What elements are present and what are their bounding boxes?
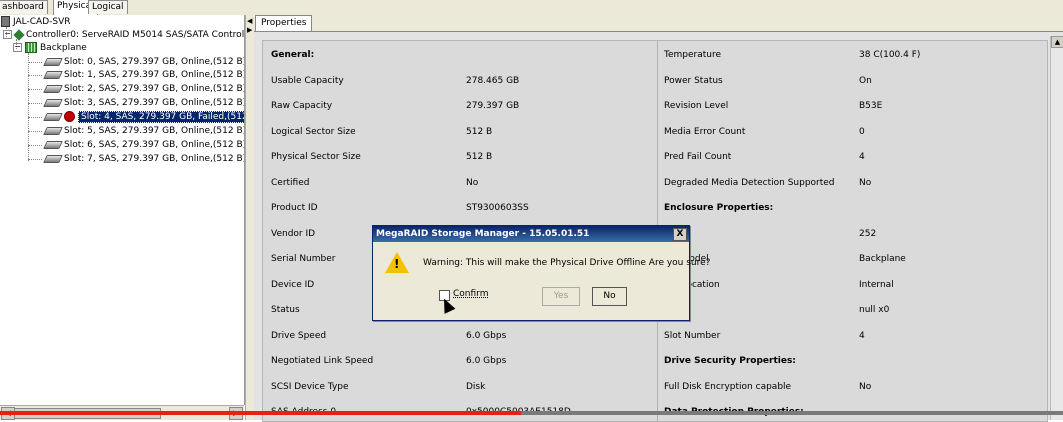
dialog-title-bar[interactable]: MegaRAID Storage Manager - 15.05.01.51 X	[373, 226, 689, 242]
property-value: 512 B	[466, 126, 493, 137]
property-label: Temperature	[664, 50, 722, 60]
property-value: B53E	[859, 101, 883, 111]
hard-drive-icon	[43, 140, 63, 149]
property-value: Internal	[859, 279, 894, 290]
property-label: Physical Sector Size	[271, 152, 361, 162]
property-label: General:	[271, 50, 315, 60]
video-progress-bar[interactable]	[0, 411, 1063, 415]
property-value: Backplane	[859, 254, 906, 264]
property-value: No	[859, 381, 872, 392]
property-label: Drive Security Properties:	[664, 356, 796, 366]
property-value: 0	[859, 126, 865, 137]
property-label: Drive Speed	[271, 330, 327, 341]
tree-item-slot-5[interactable]: Slot: 5, SAS, 279.397 GB, Online,(512 B)	[43, 125, 244, 138]
hard-drive-icon	[43, 126, 63, 135]
backplane-icon	[25, 42, 37, 53]
expand-collapse-icon[interactable]: −	[3, 30, 12, 39]
video-progress-fill	[0, 411, 521, 415]
property-label: SCSI Device Type	[271, 381, 349, 392]
property-label: Product ID	[271, 203, 318, 213]
confirm-offline-dialog: MegaRAID Storage Manager - 15.05.01.51 X…	[372, 225, 710, 321]
property-label: Usable Capacity	[271, 75, 344, 86]
property-value: On	[859, 75, 872, 86]
property-value: 252	[859, 228, 877, 239]
property-label: Media Error Count	[664, 126, 746, 137]
property-label: Revision Level	[664, 101, 729, 111]
hard-drive-icon	[43, 98, 63, 107]
splitter-right-arrow-icon[interactable]: ▶	[247, 27, 252, 34]
controller-icon	[13, 28, 25, 41]
tab-dashboard[interactable]: ashboard	[0, 0, 48, 14]
property-value: 4	[859, 330, 865, 341]
property-label: Negotiated Link Speed	[271, 356, 374, 366]
property-label: Certified	[271, 177, 310, 188]
tree-item-slot-6[interactable]: Slot: 6, SAS, 279.397 GB, Online,(512 B)	[43, 139, 244, 152]
property-label: Device ID	[271, 279, 315, 290]
properties-vertical-scrollbar[interactable]: ▲	[1050, 36, 1063, 420]
property-value: 6.0 Gbps	[466, 330, 507, 341]
tab-properties[interactable]: Properties	[255, 15, 313, 31]
splitter-left-arrow-icon[interactable]: ◀	[247, 18, 252, 25]
dialog-title: MegaRAID Storage Manager - 15.05.01.51	[376, 229, 590, 239]
device-tree: JAL-CAD-SVR − Controller0: ServeRAID M501…	[0, 15, 245, 405]
property-value: 38 C(100.4 F)	[859, 50, 921, 60]
tree-item-slot-1[interactable]: Slot: 1, SAS, 279.397 GB, Online,(512 B)	[43, 69, 244, 82]
properties-tab-row: Properties	[254, 15, 1063, 32]
property-label: Full Disk Encryption capable	[664, 381, 792, 392]
server-icon	[1, 16, 10, 27]
view-tabs: ashboard Physical Logical	[0, 0, 1063, 16]
property-label: Pred Fail Count	[664, 152, 732, 162]
property-value: No	[859, 177, 872, 188]
tree-item-slot-7[interactable]: Slot: 7, SAS, 279.397 GB, Online,(512 B)	[43, 153, 244, 166]
property-label: Serial Number	[271, 254, 336, 264]
scroll-up-icon[interactable]: ▲	[1051, 36, 1063, 48]
hard-drive-icon	[43, 112, 63, 121]
property-value: ST9300603SS	[466, 203, 529, 213]
confirm-checkbox-label[interactable]: Confirm	[453, 289, 488, 299]
property-value: 279.397 GB	[466, 101, 520, 111]
hard-drive-icon	[43, 84, 63, 93]
tree-item-controller[interactable]: − Controller0: ServeRAID M5014 SAS/SATA C…	[3, 28, 244, 42]
close-button[interactable]: X	[673, 228, 687, 241]
no-button[interactable]: No	[592, 287, 627, 306]
tree-item-slot-3[interactable]: Slot: 3, SAS, 279.397 GB, Online,(512 B)	[43, 97, 244, 110]
property-label: Raw Capacity	[271, 101, 333, 111]
property-value: 4	[859, 152, 865, 162]
yes-button[interactable]: Yes	[542, 287, 580, 306]
property-label: Logical Sector Size	[271, 126, 356, 137]
property-value: 278.465 GB	[466, 75, 520, 86]
tab-logical[interactable]: Logical	[88, 0, 128, 14]
hard-drive-icon	[43, 70, 63, 79]
failed-status-icon	[64, 111, 75, 122]
hard-drive-icon	[43, 154, 63, 163]
property-label: Power Status	[664, 75, 723, 86]
property-label: Enclosure Properties:	[664, 203, 774, 213]
dialog-message: Warning: This will make the Physical Dri…	[423, 258, 711, 268]
tree-item-slot-4[interactable]: Slot: 4, SAS, 279.397 GB, Failed,(512 B)	[43, 111, 244, 124]
tree-item-server[interactable]: JAL-CAD-SVR	[1, 16, 71, 29]
tree-item-backplane[interactable]: − Backplane	[13, 42, 87, 55]
property-label: Slot Number	[664, 330, 721, 341]
property-value: 512 B	[466, 152, 493, 162]
tree-item-slot-0[interactable]: Slot: 0, SAS, 279.397 GB, Online,(512 B)	[43, 56, 244, 69]
expand-collapse-icon[interactable]: −	[13, 43, 22, 52]
hard-drive-icon	[43, 57, 63, 66]
tree-item-slot-2[interactable]: Slot: 2, SAS, 279.397 GB, Online,(512 B)	[43, 83, 244, 96]
property-label: Degraded Media Detection Supported	[664, 177, 835, 188]
property-label: Status	[271, 305, 300, 315]
property-value: Disk	[466, 381, 486, 392]
property-value: 6.0 Gbps	[466, 356, 507, 366]
property-value: null x0	[859, 305, 890, 315]
property-label: Vendor ID	[271, 228, 316, 239]
property-value: No	[466, 177, 479, 188]
warning-icon: !	[385, 252, 409, 273]
